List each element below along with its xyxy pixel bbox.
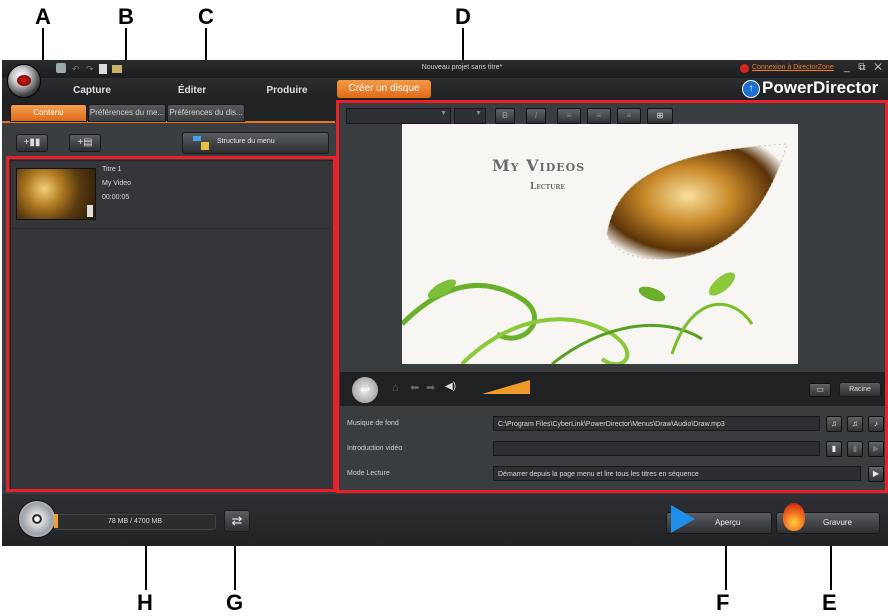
callout-b: B <box>118 4 134 29</box>
callout-c: C <box>198 4 214 29</box>
add-title-button[interactable]: +▮▮ <box>16 134 48 152</box>
window-controls[interactable]: _ ⧉ ✕ <box>844 62 885 73</box>
disc-icon <box>18 500 56 538</box>
menu-edit[interactable]: Éditer <box>162 82 222 100</box>
app-logo-icon[interactable] <box>7 64 41 98</box>
menu-editor-highlight <box>336 100 888 493</box>
menu-capture[interactable]: Capture <box>62 82 122 100</box>
swap-disc-button[interactable]: ⇄ <box>224 510 250 532</box>
menu-icon[interactable] <box>56 63 66 73</box>
menu-produce[interactable]: Produire <box>257 82 317 100</box>
undo-icon[interactable]: ↶ <box>72 64 80 75</box>
add-chapter-button[interactable]: +▤ <box>69 134 101 152</box>
callout-d: D <box>455 4 471 29</box>
burn-button-label: Gravure <box>823 518 852 527</box>
powerdirector-logo-icon: ↑ <box>742 80 760 98</box>
fire-icon <box>783 503 805 531</box>
callout-h: H <box>137 590 153 615</box>
callout-f: F <box>716 590 730 615</box>
new-icon[interactable] <box>99 64 107 74</box>
tab-content[interactable]: Contenu <box>10 104 87 122</box>
play-icon <box>671 505 695 533</box>
window-title: Nouveau projet sans titre* <box>421 64 503 71</box>
redo-icon[interactable]: ↷ <box>86 64 94 75</box>
menu-structure-icon <box>193 136 211 150</box>
content-area-highlight <box>6 156 336 492</box>
menu-structure-label: Structure du menu <box>217 138 275 145</box>
burn-button[interactable]: Gravure <box>776 503 880 534</box>
directorzone-icon <box>740 64 749 73</box>
callout-e: E <box>822 590 837 615</box>
disc-usage-text: 78 MB / 4700 MB <box>107 518 163 525</box>
disc-usage-fill <box>54 514 58 528</box>
brand-name: PowerDirector <box>762 78 879 97</box>
callout-g: G <box>226 590 244 615</box>
title-bar: ↶ ↷ Nouveau projet sans titre* Connexion… <box>2 60 888 78</box>
tab-menu-preferences[interactable]: Préférences du me... <box>88 104 166 122</box>
directorzone-login-link[interactable]: Connexion à DirectorZone <box>752 64 834 71</box>
preview-button-label: Aperçu <box>715 518 741 527</box>
preview-button[interactable]: Aperçu <box>666 505 772 534</box>
powerdirector-window: ↶ ↷ Nouveau projet sans titre* Connexion… <box>2 60 888 546</box>
disc-capacity-bar: 78 MB / 4700 MB <box>54 514 216 530</box>
menu-structure-button[interactable]: Structure du menu <box>182 132 329 154</box>
callout-a: A <box>35 4 51 29</box>
open-icon[interactable] <box>112 65 122 73</box>
menu-create-disc[interactable]: Créer un disque <box>337 80 431 98</box>
tab-disc-preferences[interactable]: Préférences du dis... <box>167 104 245 122</box>
